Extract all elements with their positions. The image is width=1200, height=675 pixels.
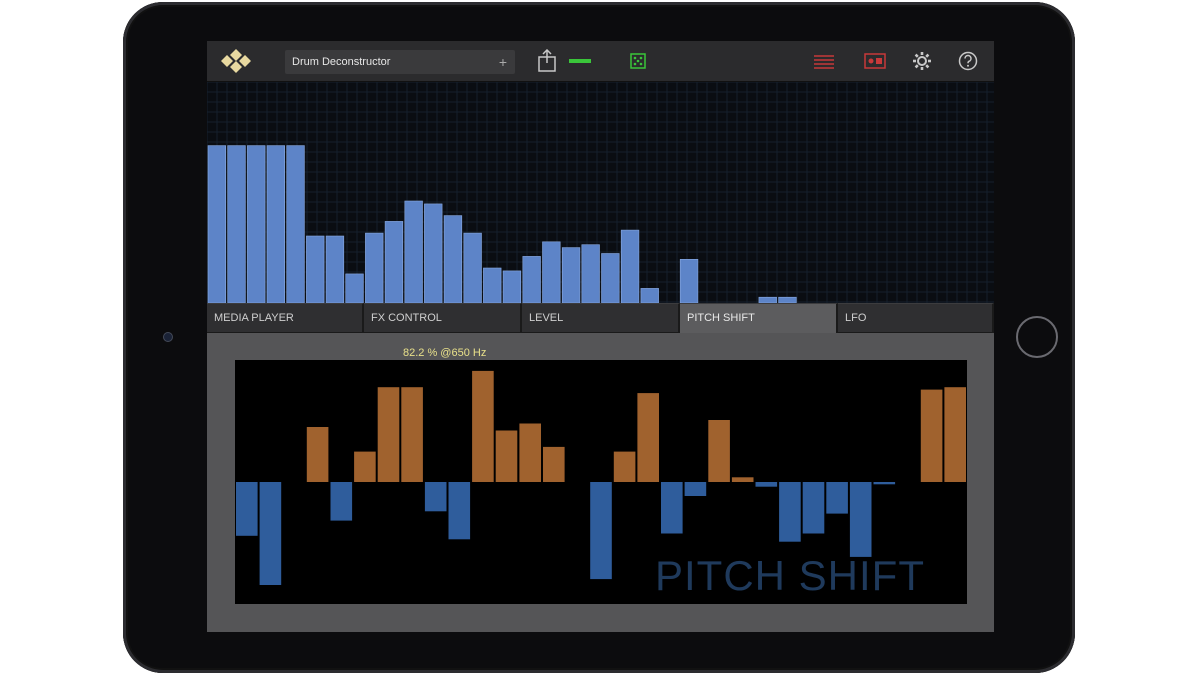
pitch-shift-editor[interactable]: PITCH SHIFT xyxy=(235,360,967,604)
value-readout: 82.2 % @650 Hz xyxy=(403,347,486,359)
spectrum-bar xyxy=(641,288,659,303)
pitch-bar-up[interactable] xyxy=(378,387,400,482)
red-record-icon[interactable] xyxy=(862,49,888,73)
pitch-bar-down[interactable] xyxy=(803,482,825,534)
spectrum-bar xyxy=(405,201,423,303)
green-bars-icon[interactable] xyxy=(567,49,593,73)
spectrum-display[interactable] xyxy=(207,82,994,303)
spectrum-bar xyxy=(346,274,364,303)
spectrum-bar xyxy=(267,146,285,303)
spectrum-bar xyxy=(385,221,403,303)
pitch-bar-down[interactable] xyxy=(260,482,282,585)
pitch-bar-up[interactable] xyxy=(401,387,423,482)
pitch-bar-down[interactable] xyxy=(661,482,683,534)
pitch-bar-down[interactable] xyxy=(779,482,801,542)
pitch-bar-down[interactable] xyxy=(449,482,471,539)
spectrum-bar xyxy=(287,146,305,303)
spectrum-bar xyxy=(444,216,462,303)
top-toolbar: Drum Deconstructor + xyxy=(207,41,994,82)
pitch-bar-down[interactable] xyxy=(425,482,447,511)
pitch-bar-up[interactable] xyxy=(637,393,659,482)
pitch-bar-up[interactable] xyxy=(543,447,565,482)
spectrum-bar xyxy=(562,248,580,303)
dice-icon[interactable] xyxy=(625,49,651,73)
spectrum-bar xyxy=(602,254,620,304)
spectrum-bar xyxy=(543,242,561,303)
logo-icon[interactable] xyxy=(219,48,253,74)
help-icon[interactable] xyxy=(955,49,981,73)
spectrum-bar xyxy=(621,230,639,303)
pitch-bar-down[interactable] xyxy=(826,482,848,514)
spectrum-bar xyxy=(523,256,541,303)
pitch-bar-up[interactable] xyxy=(307,427,329,482)
pitch-bar-down[interactable] xyxy=(874,482,896,484)
gear-icon[interactable] xyxy=(909,49,935,73)
spectrum-bar xyxy=(247,146,265,303)
spectrum-bar xyxy=(503,271,521,303)
tab-lfo[interactable]: LFO xyxy=(838,303,994,332)
spectrum-bar xyxy=(582,245,600,303)
preset-selector[interactable]: Drum Deconstructor + xyxy=(285,50,515,74)
spectrum-grid xyxy=(207,82,994,303)
pitch-bar-down[interactable] xyxy=(590,482,612,579)
front-camera xyxy=(163,332,173,342)
spectrum-bars xyxy=(207,82,994,303)
tab-fx-control[interactable]: FX CONTROL xyxy=(364,303,522,332)
preset-name: Drum Deconstructor xyxy=(292,56,390,68)
pitch-bar-up[interactable] xyxy=(496,431,518,483)
module-tabs: MEDIA PLAYER FX CONTROL LEVEL PITCH SHIF… xyxy=(207,303,994,333)
pitch-bar-up[interactable] xyxy=(472,371,494,482)
home-button[interactable] xyxy=(1016,316,1058,358)
spectrum-bar xyxy=(680,259,698,303)
pitch-bar-up[interactable] xyxy=(354,452,376,482)
spectrum-bar xyxy=(208,146,226,303)
pitch-bar-up[interactable] xyxy=(921,390,943,482)
pitch-bar-down[interactable] xyxy=(331,482,353,521)
pitch-bar-up[interactable] xyxy=(708,420,730,482)
pitch-bar-down[interactable] xyxy=(756,482,778,487)
pitch-bar-down[interactable] xyxy=(236,482,258,536)
tab-pitch-shift[interactable]: PITCH SHIFT xyxy=(680,303,838,334)
pitch-bar-up[interactable] xyxy=(732,477,754,482)
pitch-bar-down[interactable] xyxy=(850,482,872,557)
pitch-bar-up[interactable] xyxy=(614,452,636,482)
preset-add-button[interactable]: + xyxy=(499,50,507,74)
app-screen: Drum Deconstructor + xyxy=(207,41,994,632)
spectrum-bar xyxy=(228,146,246,303)
spectrum-bar xyxy=(326,236,344,303)
spectrum-bar xyxy=(483,268,501,303)
spectrum-bar xyxy=(365,233,383,303)
spectrum-bar xyxy=(306,236,324,303)
pitch-bar-up[interactable] xyxy=(944,387,966,482)
red-lines-icon[interactable] xyxy=(811,49,837,73)
pitch-bar-down[interactable] xyxy=(685,482,707,496)
spectrum-bar xyxy=(464,233,482,303)
tab-media-player[interactable]: MEDIA PLAYER xyxy=(207,303,364,332)
pitch-bar-up[interactable] xyxy=(519,424,541,483)
spectrum-bar xyxy=(424,204,442,303)
editor-watermark: PITCH SHIFT xyxy=(655,552,925,600)
share-icon[interactable] xyxy=(534,49,560,73)
tab-level[interactable]: LEVEL xyxy=(522,303,680,332)
